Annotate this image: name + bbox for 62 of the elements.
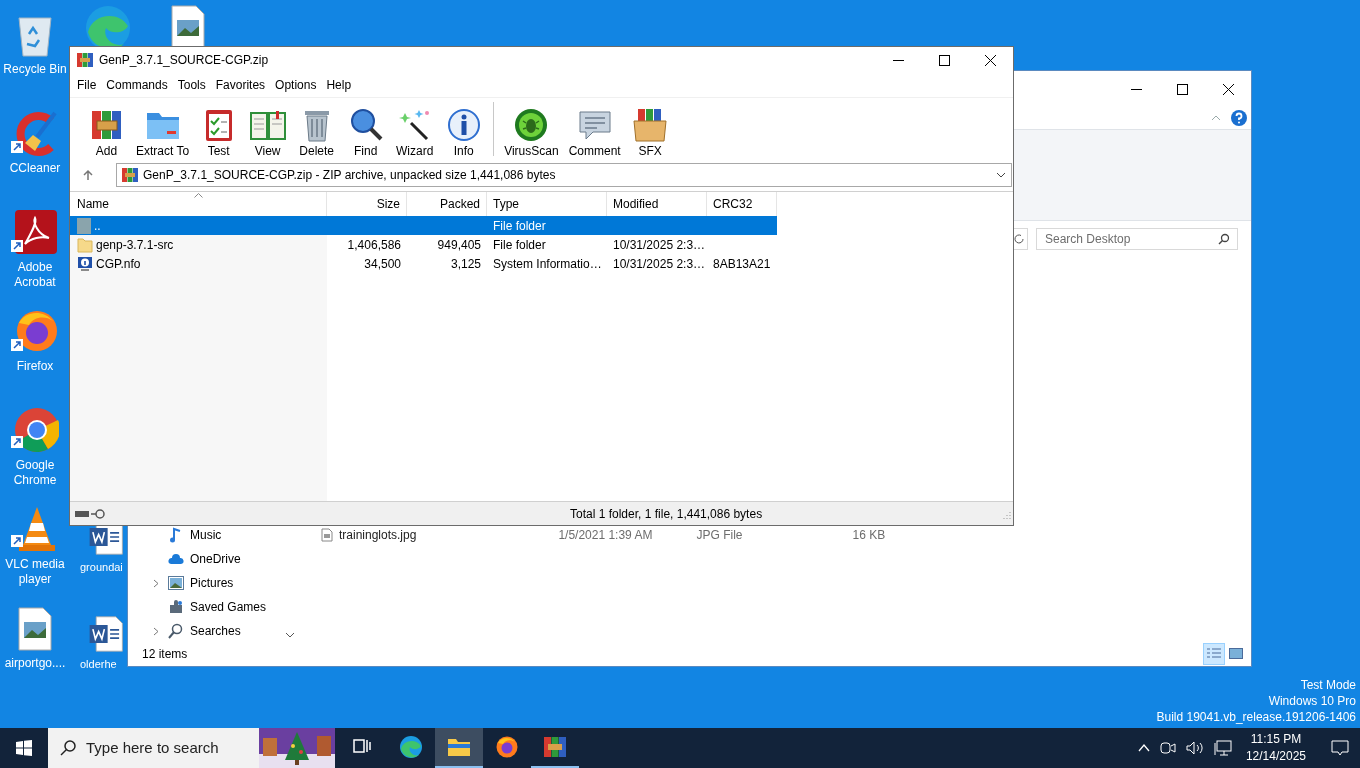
clock[interactable]: 11:15 PM 12/14/2025 xyxy=(1241,731,1310,765)
nav-item[interactable]: Music xyxy=(190,528,222,542)
address-text: GenP_3.7.1_SOURCE-CGP.zip - ZIP archive, unpacked size 1,441,086 bytes xyxy=(143,167,557,184)
desktop-icon-label[interactable]: groundai xyxy=(80,560,123,575)
file-size: 16 KB xyxy=(852,528,886,542)
desktop-icon-label[interactable]: Recycle Bin xyxy=(3,62,67,77)
desktop-icon-label[interactable]: airportgo.... xyxy=(4,656,66,671)
toolbar-button[interactable]: Extract To xyxy=(131,101,195,159)
table-cell-text: 8AB13A21 xyxy=(713,255,771,273)
table-cell-text: 1,406,586 xyxy=(347,236,401,254)
desktop-icon-label[interactable]: olderhe xyxy=(80,657,117,672)
desktop-icon-label[interactable]: Adobe Acrobat xyxy=(2,260,68,290)
toolbar-button[interactable]: Wizard xyxy=(390,101,440,159)
window-title: GenP_3.7.1_SOURCE-CGP.zip xyxy=(99,52,270,69)
desktop-icon-label[interactable]: CCleaner xyxy=(9,161,61,176)
address-bar[interactable]: GenP_3.7.1_SOURCE-CGP.zip - ZIP archive, unpacked size 1,441,086 bytes xyxy=(116,163,1012,187)
item-count: 12 items xyxy=(142,646,189,663)
desktop-notice-text: Test Mode xyxy=(1300,677,1356,693)
desktop-icon-label[interactable]: Google Chrome xyxy=(2,458,68,488)
file-name[interactable]: traininglots.jpg xyxy=(339,528,417,542)
nav-item[interactable]: Searches xyxy=(190,624,241,638)
table-cell-text: File folder xyxy=(493,236,546,254)
desktop-notice-text: Build 19041.vb_release.191206-1406 xyxy=(1156,709,1356,725)
toolbar-button[interactable]: View xyxy=(243,101,293,159)
menu-item[interactable]: File xyxy=(72,75,102,95)
table-cell-text: CGP.nfo xyxy=(96,255,141,273)
toolbar-button[interactable]: Add xyxy=(82,101,131,159)
toolbar-button[interactable]: Delete xyxy=(292,101,342,159)
file-row[interactable]: CGP.nfo 34,500 3,125 System Informatio… 10/31/2025 2:3… 8AB13A21 xyxy=(70,254,777,273)
desktop-icon-label[interactable]: Firefox xyxy=(16,359,54,374)
table-cell-text: 10/31/2025 2:3… xyxy=(613,236,706,254)
table-cell-text: System Informatio… xyxy=(493,255,602,273)
table-cell-text: 949,405 xyxy=(437,236,481,254)
file-type: JPG File xyxy=(696,528,743,542)
search-field[interactable]: Search Desktop xyxy=(1036,228,1238,250)
toolbar-button[interactable]: SFX xyxy=(625,101,675,159)
table-cell-text: 3,125 xyxy=(450,255,481,273)
toolbar-button[interactable]: Info xyxy=(439,101,489,159)
desktop-icon-label[interactable]: VLC media player xyxy=(2,557,68,587)
file-row[interactable]: genp-3.7.1-src 1,406,586 949,405 File folder 10/31/2025 2:3… xyxy=(70,235,777,254)
menu-item[interactable]: Help xyxy=(321,75,357,95)
menu-item[interactable]: Commands xyxy=(101,75,173,95)
nav-item[interactable]: Saved Games xyxy=(190,600,267,614)
toolbar-button[interactable]: Comment xyxy=(563,101,626,159)
status-text: Total 1 folder, 1 file, 1,441,086 bytes xyxy=(570,505,764,523)
search-box[interactable]: Type here to search xyxy=(48,728,335,768)
toolbar-button[interactable]: VirusScan xyxy=(499,101,564,159)
nav-item[interactable]: OneDrive xyxy=(190,552,241,566)
menu-item[interactable]: Favorites xyxy=(210,75,271,95)
toolbar-button[interactable]: Find xyxy=(341,101,391,159)
table-cell-text: 34,500 xyxy=(364,255,401,273)
file-row[interactable]: .. File folder xyxy=(70,216,777,235)
menu-item[interactable]: Options xyxy=(270,75,322,95)
menu-item[interactable]: Tools xyxy=(172,75,211,95)
table-cell-text: 10/31/2025 2:3… xyxy=(613,255,706,273)
nav-item[interactable]: Pictures xyxy=(190,576,234,590)
file-modified: 1/5/2021 1:39 AM xyxy=(558,528,653,542)
toolbar-button[interactable]: Test xyxy=(194,101,244,159)
table-cell-text: genp-3.7.1-src xyxy=(96,236,174,254)
table-cell-text: .. xyxy=(94,217,101,235)
desktop-notice-text: Windows 10 Pro xyxy=(1268,693,1356,709)
table-cell-text: File folder xyxy=(493,217,546,235)
